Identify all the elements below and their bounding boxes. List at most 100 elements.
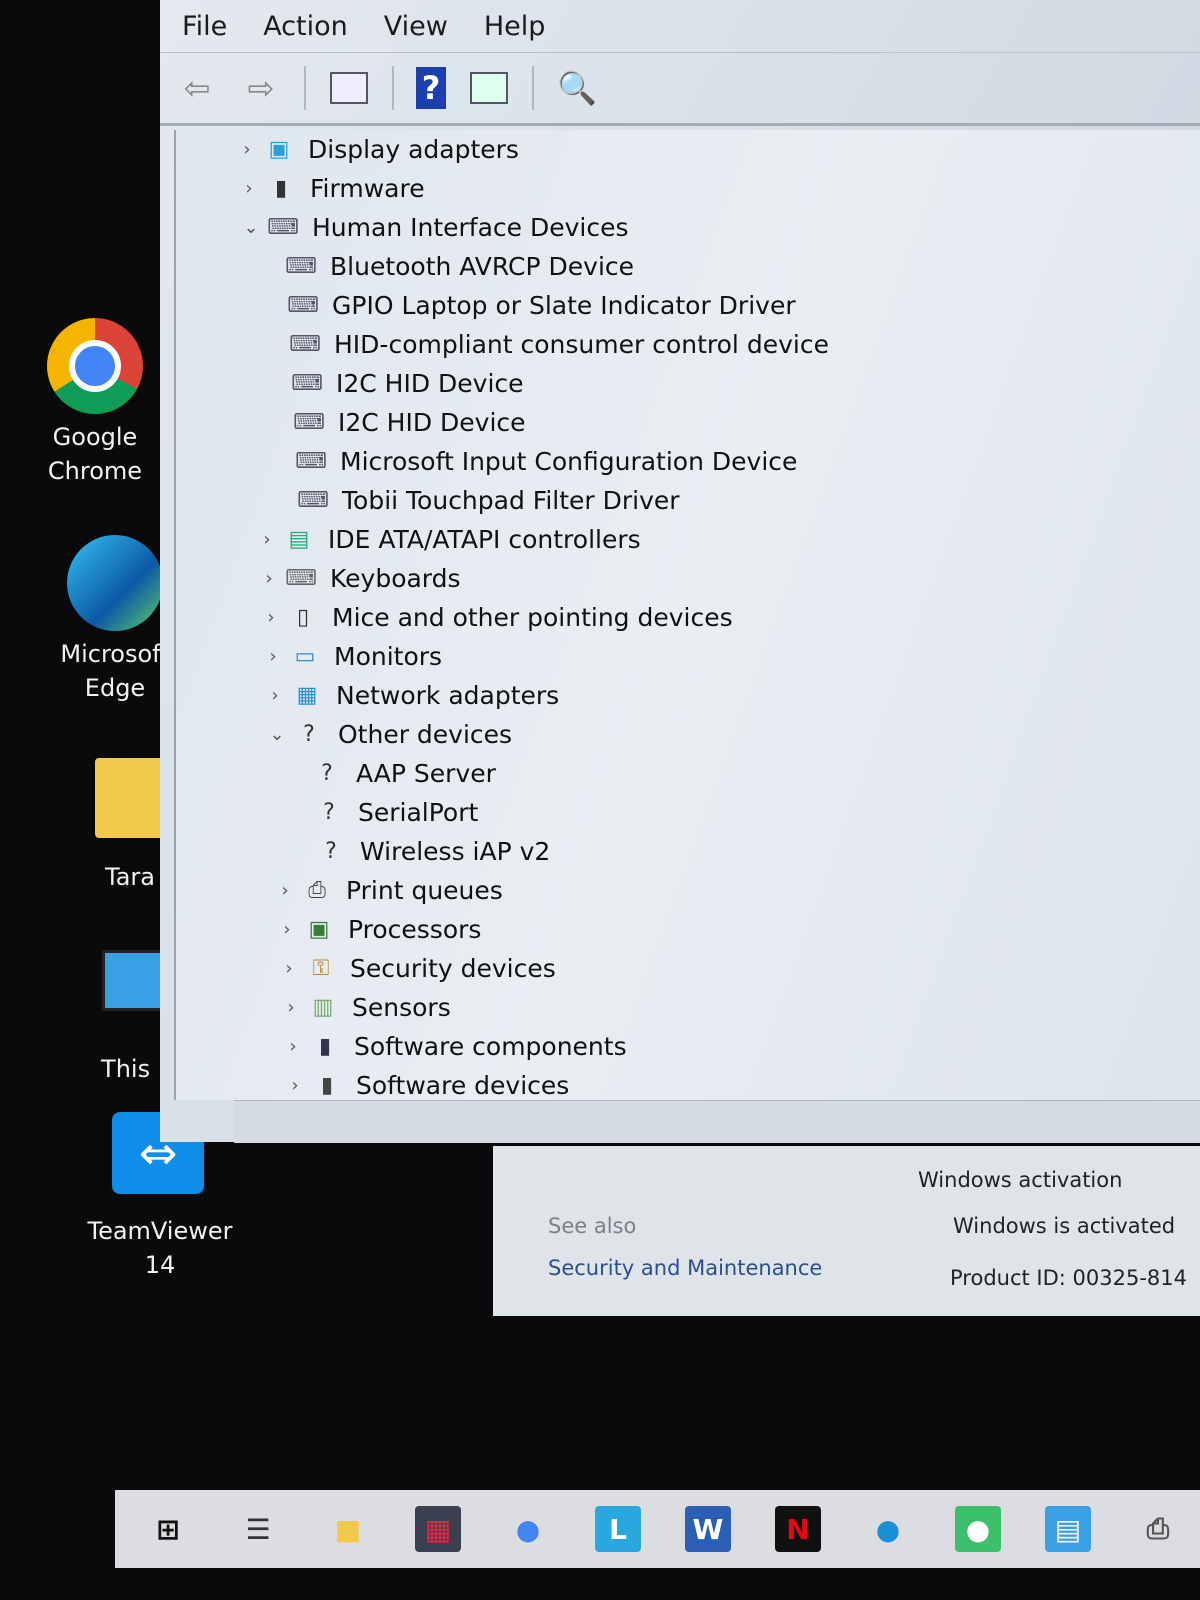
unknown-device-icon: ?	[325, 839, 337, 864]
desktop-shortcut[interactable]: Google Chrome	[20, 318, 170, 488]
toolbar-divider	[532, 66, 534, 110]
hid-icon: ⌨	[287, 293, 319, 318]
device-manager-icon[interactable]: ⎙	[1135, 1506, 1181, 1552]
chevron-right-icon[interactable]: ›	[252, 529, 282, 550]
menu-bar: File Action View Help	[160, 0, 1200, 53]
menu-file[interactable]: File	[182, 11, 227, 42]
toolbar-divider	[392, 66, 394, 110]
chevron-right-icon[interactable]: ›	[270, 880, 300, 901]
edge-icon[interactable]: ●	[865, 1506, 911, 1552]
tree-item[interactable]: › ▮ Firmware	[176, 169, 1200, 208]
chevron-right-icon[interactable]: ›	[232, 139, 262, 160]
tree-item-label: Human Interface Devices	[312, 213, 629, 242]
network-icon: ▦	[296, 683, 318, 708]
tree-item-label: SerialPort	[358, 798, 479, 827]
software-component-icon: ▮	[318, 1034, 332, 1059]
scan-hardware-icon[interactable]: 🔍	[556, 67, 598, 109]
chevron-right-icon[interactable]: ›	[254, 568, 284, 589]
hid-icon: ⌨	[267, 215, 299, 240]
tree-item[interactable]: ⌨ HID-compliant consumer control device	[176, 325, 1200, 364]
tree-item-label: HID-compliant consumer control device	[334, 330, 829, 359]
tree-item-label: Other devices	[338, 720, 513, 749]
tree-item-label: Security devices	[350, 954, 556, 983]
taskbar: ⊞ ☰ ■ ▦ ● L W N ● ● ▤ ⎙	[115, 1490, 1200, 1568]
tree-item[interactable]: › ▮ Software devices	[176, 1066, 1200, 1100]
tree-item[interactable]: ⌄ ⌨ Human Interface Devices	[176, 208, 1200, 247]
show-hide-console-icon[interactable]	[328, 67, 370, 109]
chevron-right-icon[interactable]: ›	[272, 919, 302, 940]
security-maintenance-link[interactable]: Security and Maintenance	[548, 1256, 822, 1280]
control-panel-icon[interactable]: ▤	[1045, 1506, 1091, 1552]
tree-item[interactable]: ⌨ GPIO Laptop or Slate Indicator Driver	[176, 286, 1200, 325]
chrome-icon[interactable]: ●	[505, 1506, 551, 1552]
tree-item-label: GPIO Laptop or Slate Indicator Driver	[332, 291, 796, 320]
hid-icon: ⌨	[293, 410, 325, 435]
tree-item[interactable]: ⌨ I2C HID Device	[176, 364, 1200, 403]
see-also-label: See also	[548, 1214, 637, 1238]
start-icon[interactable]: ⊞	[145, 1506, 191, 1552]
tree-item[interactable]: ? Wireless iAP v2	[176, 832, 1200, 871]
file-explorer-icon[interactable]: ■	[325, 1506, 371, 1552]
activation-status: Windows is activated	[953, 1214, 1176, 1238]
system-window: Windows activation See also Windows is a…	[493, 1146, 1200, 1316]
tree-item[interactable]: ? AAP Server	[176, 754, 1200, 793]
word-icon[interactable]: W	[685, 1506, 731, 1552]
tree-item[interactable]: › ⌨ Keyboards	[176, 559, 1200, 598]
tree-item[interactable]: › ⎙ Print queues	[176, 871, 1200, 910]
chevron-right-icon[interactable]: ›	[260, 685, 290, 706]
tree-item[interactable]: ⌨ Microsoft Input Configuration Device	[176, 442, 1200, 481]
menu-view[interactable]: View	[384, 11, 448, 42]
tree-item[interactable]: › ▣ Display adapters	[176, 130, 1200, 169]
tree-item[interactable]: › ▮ Software components	[176, 1027, 1200, 1066]
tree-item-label: Tobii Touchpad Filter Driver	[342, 486, 680, 515]
chevron-right-icon[interactable]: ›	[274, 958, 304, 979]
tree-item[interactable]: ⌨ Bluetooth AVRCP Device	[176, 247, 1200, 286]
processor-icon: ▣	[308, 917, 330, 942]
chevron-down-icon[interactable]: ⌄	[262, 724, 292, 745]
monitor-icon: ▭	[294, 644, 316, 669]
chevron-right-icon[interactable]: ›	[276, 997, 306, 1018]
menu-action[interactable]: Action	[263, 11, 348, 42]
display-adapter-icon: ▣	[268, 137, 290, 162]
tree-item[interactable]: ? SerialPort	[176, 793, 1200, 832]
forward-icon[interactable]: ⇨	[240, 67, 282, 109]
tree-item[interactable]: › ▯ Mice and other pointing devices	[176, 598, 1200, 637]
tree-item[interactable]: › ▭ Monitors	[176, 637, 1200, 676]
hid-icon: ⌨	[285, 254, 317, 279]
tree-item-label: Microsoft Input Configuration Device	[340, 447, 798, 476]
menu-help[interactable]: Help	[484, 11, 546, 42]
tree-item[interactable]: › ▦ Network adapters	[176, 676, 1200, 715]
tree-item[interactable]: ⌄? Other devices	[176, 715, 1200, 754]
chevron-right-icon[interactable]: ›	[256, 607, 286, 628]
tree-item[interactable]: ⌨ I2C HID Device	[176, 403, 1200, 442]
chevron-right-icon[interactable]: ›	[278, 1036, 308, 1057]
chevron-right-icon[interactable]: ›	[258, 646, 288, 667]
desktop-shortcut-label: TeamViewer 14	[87, 1217, 233, 1279]
tree-item-label: Print queues	[346, 876, 503, 905]
tree-item[interactable]: › ▥ Sensors	[176, 988, 1200, 1027]
tree-item-label: Network adapters	[336, 681, 560, 710]
chevron-right-icon[interactable]: ›	[234, 178, 264, 199]
back-icon[interactable]: ⇦	[176, 67, 218, 109]
chevron-right-icon[interactable]: ›	[280, 1075, 310, 1096]
unknown-device-icon: ?	[303, 722, 315, 747]
chevron-down-icon[interactable]: ⌄	[236, 217, 266, 238]
tree-item[interactable]: › ⚿ Security devices	[176, 949, 1200, 988]
task-view-icon[interactable]: ☰	[235, 1506, 281, 1552]
unknown-device-icon: ?	[321, 761, 333, 786]
spotify-icon[interactable]: ●	[955, 1506, 1001, 1552]
tree-item-label: Sensors	[352, 993, 451, 1022]
tree-item[interactable]: ⌨ Tobii Touchpad Filter Driver	[176, 481, 1200, 520]
tree-item[interactable]: › ▤ IDE ATA/ATAPI controllers	[176, 520, 1200, 559]
l-app-icon[interactable]: L	[595, 1506, 641, 1552]
netflix-icon[interactable]: N	[775, 1506, 821, 1552]
keyboard-icon: ⌨	[285, 566, 317, 591]
tree-item-label: Firmware	[310, 174, 425, 203]
status-bar	[234, 1100, 1200, 1143]
help-icon[interactable]: ?	[416, 67, 446, 109]
properties-icon[interactable]	[468, 67, 510, 109]
store-icon[interactable]: ▦	[415, 1506, 461, 1552]
chrome-icon	[47, 318, 143, 414]
hid-icon: ⌨	[289, 332, 321, 357]
tree-item[interactable]: › ▣ Processors	[176, 910, 1200, 949]
